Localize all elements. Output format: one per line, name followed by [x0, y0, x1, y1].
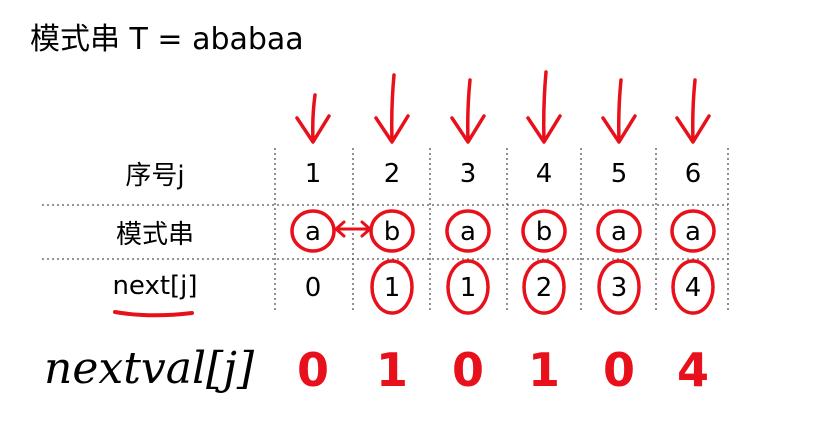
next-cell: 4 — [685, 273, 702, 303]
kmp-table-diagram: 序号j 模式串 next[j] nextval[j] 1 2 3 4 5 6 a b a b a a 0… — [42, 70, 729, 397]
nextval-value: 0 — [603, 343, 635, 397]
row-label-index: 序号j — [125, 161, 184, 191]
nextval-value: 1 — [528, 343, 560, 397]
nextval-value: 0 — [452, 343, 484, 397]
index-cell: 2 — [384, 159, 401, 189]
pattern-cell: a — [305, 217, 321, 247]
pattern-cell: b — [384, 217, 401, 247]
index-cell: 5 — [611, 159, 628, 189]
nextval-handwritten-label: nextval[j] — [44, 343, 255, 394]
index-cell: 3 — [460, 159, 477, 189]
row-label-pattern: 模式串 — [116, 220, 194, 250]
nextval-value: 1 — [376, 343, 408, 397]
next-cell: 3 — [611, 273, 628, 303]
down-arrow-icon — [526, 70, 562, 144]
next-cell: 0 — [305, 273, 322, 303]
index-cell: 4 — [536, 159, 553, 189]
nextval-value: 4 — [677, 343, 709, 397]
next-cell: 1 — [384, 273, 401, 303]
nextval-value: 0 — [297, 343, 329, 397]
down-arrow-icon — [450, 78, 486, 144]
next-cell: 1 — [460, 273, 477, 303]
index-cell: 6 — [685, 159, 702, 189]
row-label-next: next[j] — [112, 271, 197, 301]
down-arrow-icon — [374, 73, 410, 144]
pattern-cell: a — [460, 217, 476, 247]
pattern-cell: b — [536, 217, 553, 247]
down-arrow-icon — [295, 93, 331, 144]
next-cell: 2 — [536, 273, 553, 303]
pattern-cell: a — [685, 217, 701, 247]
down-arrow-icon — [601, 78, 637, 144]
index-cell: 1 — [305, 159, 322, 189]
down-arrow-icon — [675, 78, 711, 144]
next-underline-mark — [113, 310, 194, 318]
pattern-cell: a — [611, 217, 627, 247]
